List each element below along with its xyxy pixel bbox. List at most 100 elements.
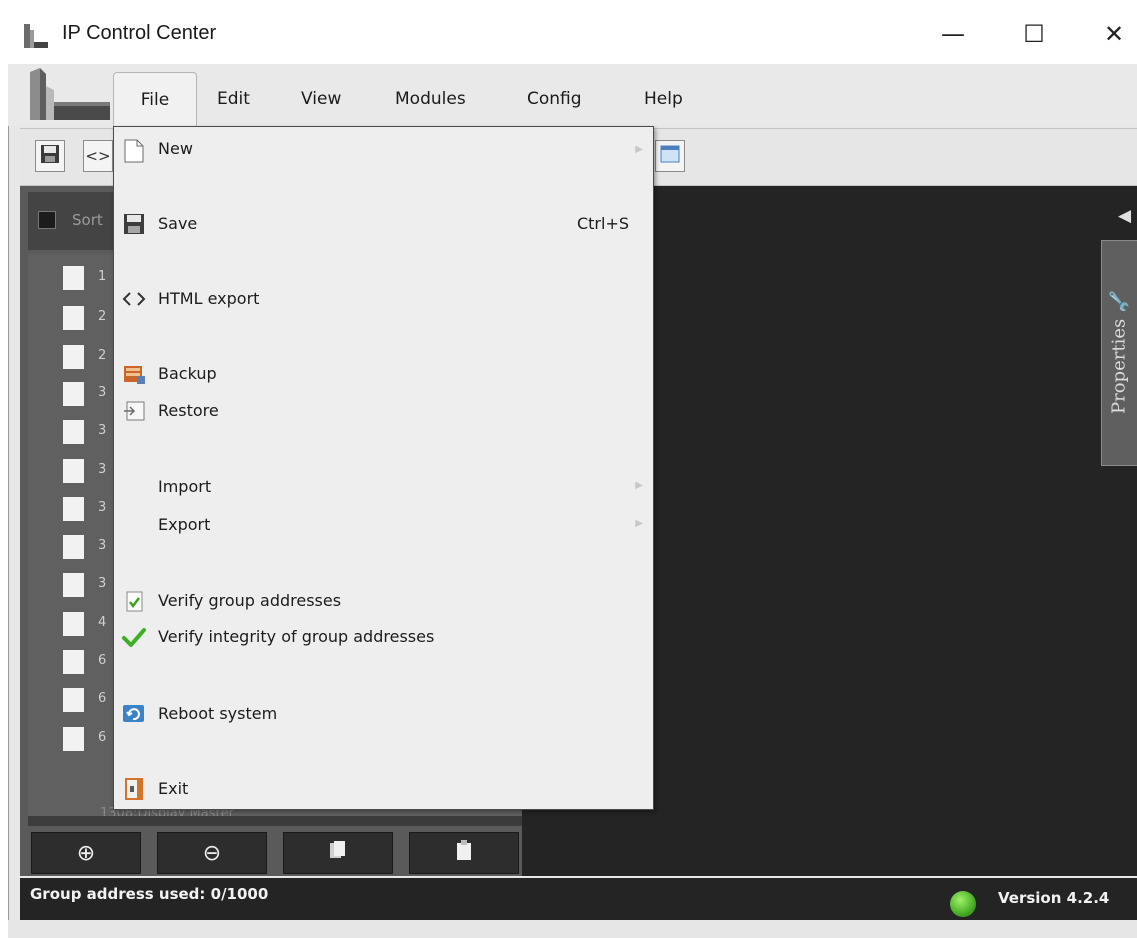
list-item[interactable]: 3 xyxy=(60,457,106,487)
menu-item-label: Export xyxy=(158,515,211,534)
new-document-icon xyxy=(121,139,147,163)
menu-help[interactable]: Help xyxy=(644,72,683,126)
row-label: 2 xyxy=(98,309,107,324)
submenu-arrow-icon: ▶ xyxy=(635,144,643,155)
code-icon: <> xyxy=(85,147,111,165)
row-label: 3 xyxy=(98,462,107,477)
add-button[interactable]: ⊕ xyxy=(31,832,141,874)
menu-item-verify-integrity[interactable]: Verify integrity of group addresses xyxy=(114,621,653,653)
save-icon xyxy=(121,212,147,236)
remove-button[interactable]: ⊖ xyxy=(157,832,267,874)
wrench-icon: 🔧 xyxy=(1108,290,1130,313)
list-item[interactable]: 6 xyxy=(60,725,106,755)
menu-item-export[interactable]: Export ▶ xyxy=(114,509,653,541)
toolbar-save-button[interactable] xyxy=(35,140,65,172)
row-label: 3 xyxy=(98,385,107,400)
verify-document-icon xyxy=(121,589,147,613)
group-address-status: Group address used: 0/1000 xyxy=(30,885,269,903)
row-checkbox[interactable] xyxy=(63,573,84,597)
sort-checkbox[interactable] xyxy=(38,211,56,229)
menu-modules[interactable]: Modules xyxy=(395,72,466,126)
menu-item-label: Verify integrity of group addresses xyxy=(158,627,435,646)
window-title: IP Control Center xyxy=(62,22,217,44)
menu-item-exit[interactable]: Exit xyxy=(114,773,653,805)
list-item[interactable]: 3 xyxy=(60,418,106,448)
list-item[interactable]: 2 xyxy=(60,343,106,373)
version-label: Version 4.2.4 xyxy=(998,889,1110,907)
row-checkbox[interactable] xyxy=(63,650,84,674)
submenu-arrow-icon: ▶ xyxy=(635,518,643,529)
sort-label: Sort xyxy=(72,211,103,229)
menu-item-import[interactable]: Import ▶ xyxy=(114,471,653,503)
menu-item-reboot[interactable]: Reboot system xyxy=(114,698,653,730)
collapse-panel-icon[interactable]: ◀ xyxy=(1118,206,1131,226)
menu-item-label: Reboot system xyxy=(158,704,278,723)
menu-config[interactable]: Config xyxy=(527,72,582,126)
plus-circle-icon: ⊕ xyxy=(76,840,96,866)
row-label: 3 xyxy=(98,423,107,438)
paste-icon xyxy=(455,839,473,867)
list-item[interactable]: 2 xyxy=(60,304,106,334)
menu-file[interactable]: File xyxy=(113,72,197,127)
paste-button[interactable] xyxy=(409,832,519,874)
list-item[interactable]: 4 xyxy=(60,610,106,640)
menu-item-label: Restore xyxy=(158,401,219,420)
list-item[interactable]: 6 xyxy=(60,686,106,716)
toolbar-window-button[interactable] xyxy=(655,140,685,172)
save-icon xyxy=(40,144,60,168)
row-label: 4 xyxy=(98,615,107,630)
row-checkbox[interactable] xyxy=(63,345,84,369)
row-checkbox[interactable] xyxy=(63,497,84,521)
list-item[interactable]: 6 xyxy=(60,648,106,678)
minimize-button[interactable]: — xyxy=(925,14,981,54)
row-label: 3 xyxy=(98,538,107,553)
row-checkbox[interactable] xyxy=(63,266,84,290)
menu-item-new[interactable]: New ▶ xyxy=(114,135,653,167)
toolbar-html-export-button[interactable]: <> xyxy=(83,140,113,172)
row-label: 6 xyxy=(98,653,107,668)
row-checkbox[interactable] xyxy=(63,612,84,636)
row-checkbox[interactable] xyxy=(63,535,84,559)
maximize-button[interactable]: ☐ xyxy=(1006,14,1062,54)
row-label: 1 xyxy=(98,269,107,284)
menu-item-verify-group-addresses[interactable]: Verify group addresses xyxy=(114,585,653,617)
properties-label: Properties 🔧 xyxy=(1108,290,1130,414)
exit-door-icon xyxy=(121,777,147,801)
list-item[interactable]: 3 xyxy=(60,571,106,601)
row-checkbox[interactable] xyxy=(63,688,84,712)
menu-item-label: Import xyxy=(158,477,212,496)
menu-item-html-export[interactable]: HTML export xyxy=(114,283,653,315)
menu-item-label: Verify group addresses xyxy=(158,591,342,610)
menu-view[interactable]: View xyxy=(301,72,341,126)
row-checkbox[interactable] xyxy=(63,727,84,751)
copy-button[interactable] xyxy=(283,832,393,874)
file-menu-dropdown: New ▶ Save Ctrl+S HTML export Backup Res… xyxy=(113,126,654,810)
row-checkbox[interactable] xyxy=(63,382,84,406)
row-label: 3 xyxy=(98,500,107,515)
submenu-arrow-icon: ▶ xyxy=(635,480,643,491)
list-item[interactable]: 1 xyxy=(60,264,106,294)
code-icon xyxy=(121,287,147,311)
row-label: 6 xyxy=(98,691,107,706)
menu-item-label: HTML export xyxy=(158,289,260,308)
app-logo xyxy=(20,66,112,124)
list-item[interactable]: 3 xyxy=(60,533,106,563)
row-checkbox[interactable] xyxy=(63,420,84,444)
list-item[interactable]: 3 xyxy=(60,380,106,410)
menu-edit[interactable]: Edit xyxy=(217,72,250,126)
reboot-icon xyxy=(121,702,147,726)
restore-icon xyxy=(121,399,147,423)
backup-icon xyxy=(121,362,147,386)
row-checkbox[interactable] xyxy=(63,459,84,483)
shortcut-label: Ctrl+S xyxy=(576,214,629,233)
menu-item-restore[interactable]: Restore xyxy=(114,395,653,427)
row-label: 3 xyxy=(98,576,107,591)
connection-status-icon xyxy=(950,891,976,917)
row-checkbox[interactable] xyxy=(63,306,84,330)
list-item[interactable]: 3 xyxy=(60,495,106,525)
close-button[interactable]: ✕ xyxy=(1086,14,1137,54)
menu-item-save[interactable]: Save Ctrl+S xyxy=(114,208,653,240)
app-icon xyxy=(22,22,52,50)
copy-icon xyxy=(329,840,347,866)
menu-item-backup[interactable]: Backup xyxy=(114,358,653,390)
